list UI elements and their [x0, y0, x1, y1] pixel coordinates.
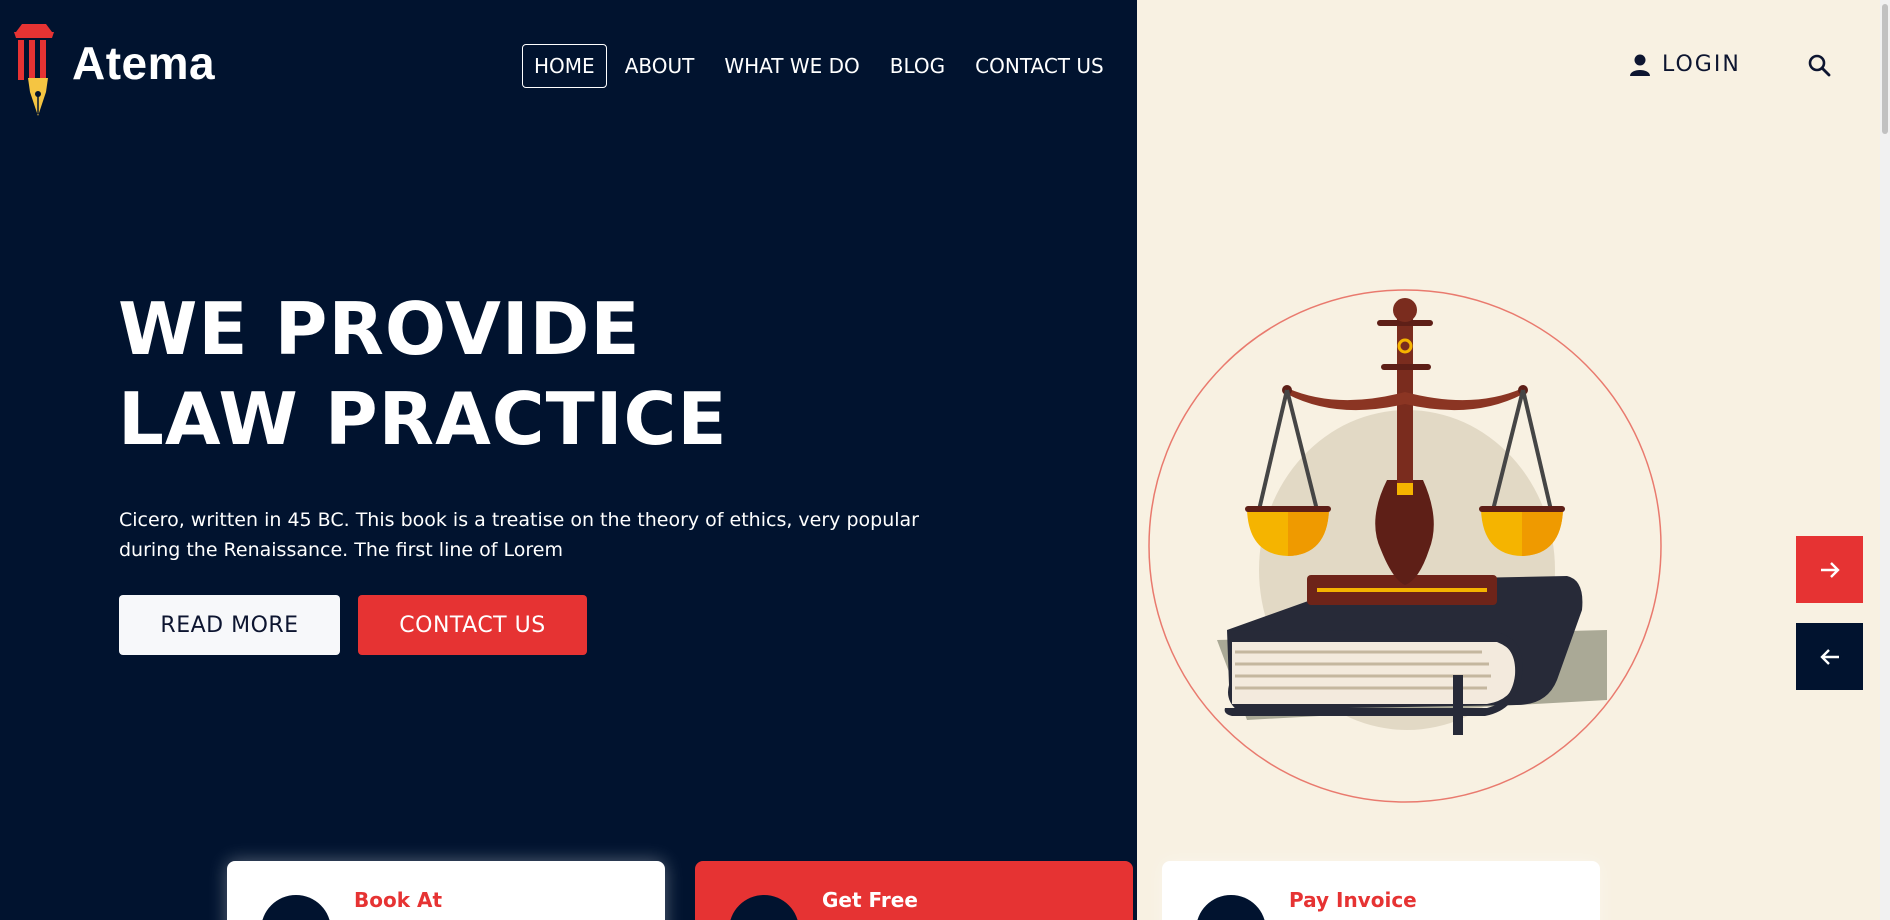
nav-item-about[interactable]: ABOUT: [613, 44, 707, 88]
feature-card-book-at[interactable]: Book At: [227, 861, 665, 920]
contact-us-button[interactable]: CONTACT US: [358, 595, 587, 655]
nav-item-contact-us[interactable]: CONTACT US: [963, 44, 1116, 88]
nav-item-what-we-do[interactable]: WHAT WE DO: [712, 44, 871, 88]
hero-description: Cicero, written in 45 BC. This book is a…: [119, 509, 919, 561]
feature-card-get-free[interactable]: Get Free: [695, 861, 1133, 920]
arrow-left-icon: [1819, 648, 1839, 665]
hero-title: WE PROVIDE LAW PRACTICE: [118, 284, 728, 464]
card-title: Pay Invoice: [1289, 888, 1417, 912]
login-label: LOGIN: [1662, 52, 1741, 77]
brand-logo[interactable]: Atema: [8, 20, 215, 120]
card-title: Book At: [354, 888, 443, 912]
scales-of-justice-illustration: [1148, 289, 1662, 803]
feature-card-pay-invoice[interactable]: Pay Invoice: [1162, 861, 1600, 920]
scrollbar-thumb[interactable]: [1882, 4, 1888, 134]
pen-pillar-logo-icon: [14, 24, 54, 116]
hero-title-line-2: LAW PRACTICE: [118, 377, 728, 461]
slider-next-button[interactable]: [1796, 536, 1863, 603]
arrow-right-icon: [1820, 561, 1840, 578]
nav-item-blog[interactable]: BLOG: [878, 44, 957, 88]
search-icon[interactable]: [1807, 53, 1831, 77]
hero-title-line-1: WE PROVIDE: [118, 287, 641, 371]
login-link[interactable]: LOGIN: [1630, 52, 1741, 77]
card-icon-circle: [729, 895, 799, 920]
read-more-button[interactable]: READ MORE: [119, 595, 340, 655]
card-icon-circle: [261, 895, 331, 920]
slider-prev-button[interactable]: [1796, 623, 1863, 690]
user-icon: [1630, 54, 1650, 76]
nav-item-home[interactable]: HOME: [522, 44, 607, 88]
card-icon-circle: [1196, 895, 1266, 920]
brand-name: Atema: [72, 37, 216, 89]
card-title: Get Free: [822, 888, 918, 912]
main-nav: HOME ABOUT WHAT WE DO BLOG CONTACT US: [522, 44, 1122, 88]
page-scrollbar[interactable]: [1880, 0, 1890, 920]
